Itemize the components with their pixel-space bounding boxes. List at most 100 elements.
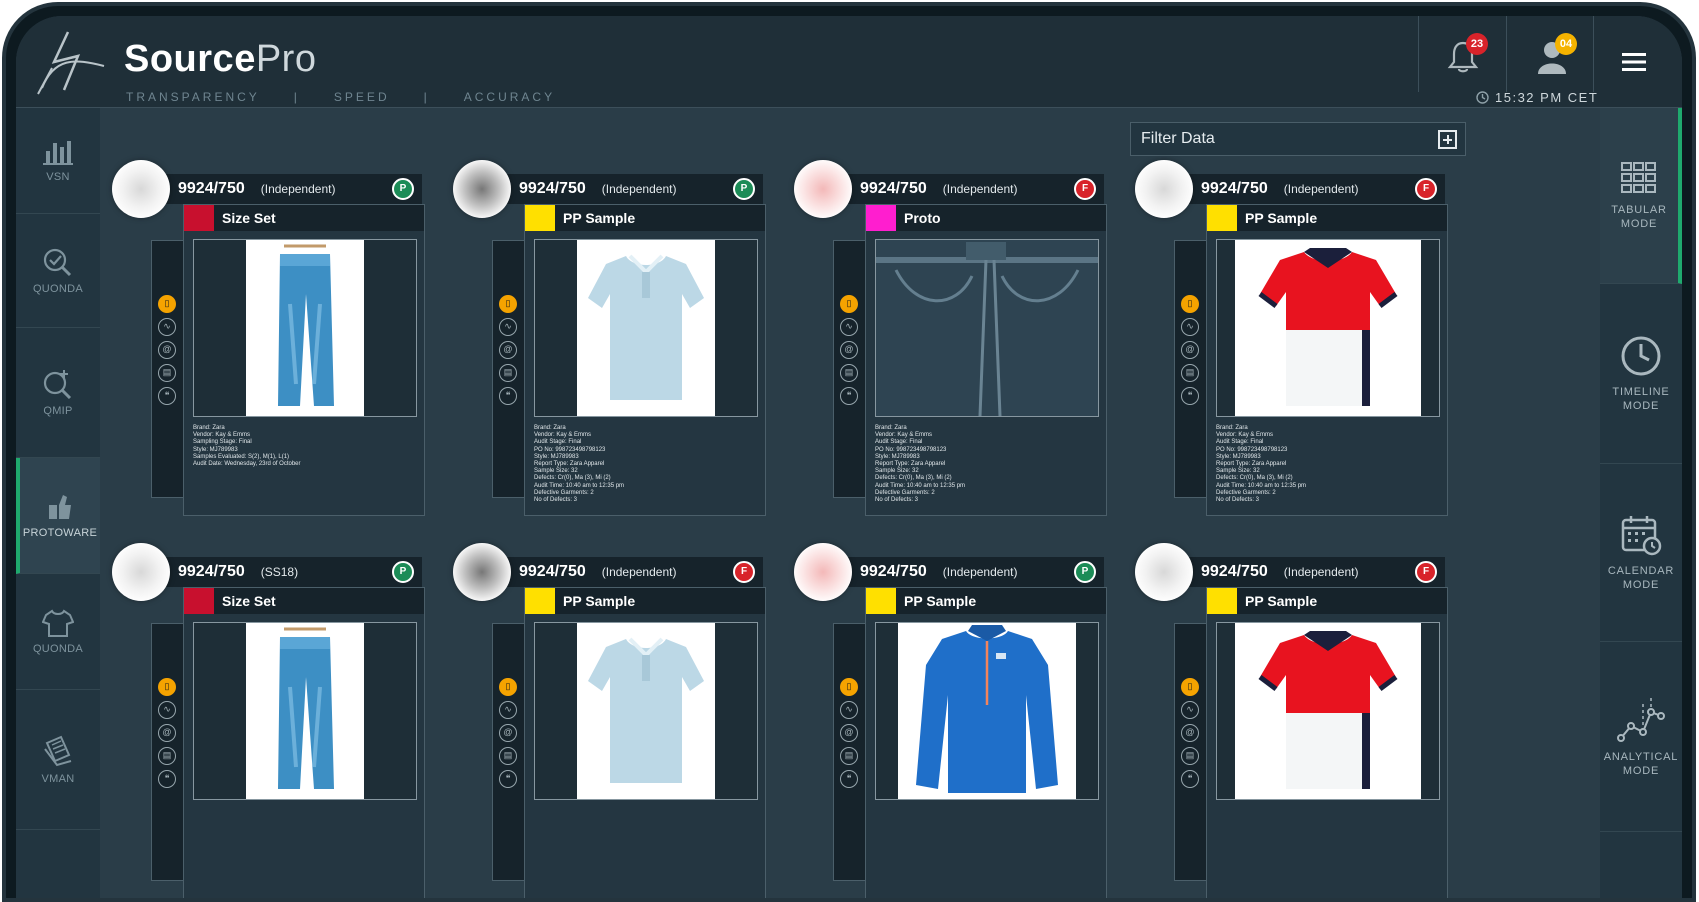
report-icon[interactable]: ▤: [499, 364, 517, 382]
product-image[interactable]: [193, 622, 417, 800]
chat-icon[interactable]: ❝: [499, 387, 517, 405]
chat-icon[interactable]: ❝: [1181, 387, 1199, 405]
notifications-button[interactable]: 23: [1418, 16, 1506, 92]
product-image[interactable]: [534, 622, 758, 800]
jeans-image: [278, 627, 334, 789]
signature-icon[interactable]: ∿: [1181, 318, 1199, 336]
card-header: 9924/750 (Independent) F: [836, 174, 1104, 204]
report-icon[interactable]: ▤: [1181, 364, 1199, 382]
phone-icon[interactable]: ▯: [1181, 678, 1199, 696]
phone-icon[interactable]: ▯: [1181, 295, 1199, 313]
status-badge: F: [1415, 561, 1437, 583]
signature-icon[interactable]: ∿: [158, 318, 176, 336]
card-code: 9924/750: [860, 563, 927, 580]
nav-quonda-apparel[interactable]: QUONDA: [16, 574, 100, 690]
detail-line: Vendor: Kay & Emms: [875, 432, 933, 439]
sample-swatch: [184, 205, 214, 231]
product-image[interactable]: [193, 239, 417, 417]
email-icon[interactable]: @: [499, 724, 517, 742]
email-icon[interactable]: @: [840, 724, 858, 742]
product-image[interactable]: [1216, 622, 1440, 800]
chat-icon[interactable]: ❝: [499, 770, 517, 788]
phone-icon[interactable]: ▯: [499, 295, 517, 313]
detail-line: Audit Date: Wednesday, 23rd of October: [193, 461, 301, 468]
signature-icon[interactable]: ∿: [158, 701, 176, 719]
signature-icon[interactable]: ∿: [499, 701, 517, 719]
sample-card[interactable]: 9924/750 (Independent) P ▯ ∿ @ ▤ ❝ Size …: [112, 160, 432, 520]
report-icon[interactable]: ▤: [1181, 747, 1199, 765]
report-icon[interactable]: ▤: [840, 364, 858, 382]
signature-icon[interactable]: ∿: [840, 318, 858, 336]
sample-card[interactable]: 9924/750 (Independent) P ▯ ∿ @ ▤ ❝ PP Sa…: [453, 160, 773, 520]
nav-qmip[interactable]: QMIP: [16, 328, 100, 458]
signature-icon[interactable]: ∿: [499, 318, 517, 336]
detail-line: Defects: Cr(0), Ma (3), Mi (2): [1216, 475, 1293, 482]
mode-timeline[interactable]: TIMELINE MODE: [1600, 284, 1682, 464]
status-badge: P: [733, 178, 755, 200]
detail-line: Vendor: Kay & Emms: [534, 432, 592, 439]
email-icon[interactable]: @: [1181, 341, 1199, 359]
sample-card[interactable]: 9924/750 (SS18) P ▯ ∿ @ ▤ ❝ Size Set: [112, 543, 432, 898]
nav-vman[interactable]: VMAN: [16, 690, 100, 830]
report-icon[interactable]: ▤: [158, 364, 176, 382]
graph-icon: [1617, 697, 1665, 742]
email-icon[interactable]: @: [158, 341, 176, 359]
nav-quonda[interactable]: QUONDA: [16, 214, 100, 328]
report-icon[interactable]: ▤: [499, 747, 517, 765]
detail-line: Defects: Cr(0), Ma (3), Mi (2): [534, 475, 611, 482]
report-icon[interactable]: ▤: [158, 747, 176, 765]
red-white-polo-image: [1258, 631, 1398, 789]
card-body: PP Sample: [1206, 587, 1448, 898]
chat-icon[interactable]: ❝: [158, 387, 176, 405]
sample-type-bar: PP Sample: [525, 205, 765, 231]
taglines: TRANSPARENCY | SPEED | ACCURACY: [126, 90, 555, 104]
card-header: 9924/750 (Independent) P: [154, 174, 422, 204]
filter-data-button[interactable]: Filter Data: [1130, 122, 1466, 156]
signature-icon[interactable]: ∿: [840, 701, 858, 719]
phone-icon[interactable]: ▯: [840, 295, 858, 313]
sample-card[interactable]: 9924/750 (Independent) F ▯ ∿ @ ▤ ❝ PP Sa…: [1135, 543, 1455, 898]
email-icon[interactable]: @: [499, 341, 517, 359]
sample-card[interactable]: 9924/750 (Independent) F ▯ ∿ @ ▤ ❝ Proto: [794, 160, 1114, 520]
sample-card[interactable]: 9924/750 (Independent) F ▯ ∿ @ ▤ ❝ PP Sa…: [1135, 160, 1455, 520]
phone-icon[interactable]: ▯: [158, 678, 176, 696]
chat-icon[interactable]: ❝: [840, 387, 858, 405]
clock-small-icon: [1476, 91, 1489, 104]
mode-tabular[interactable]: TABULAR MODE: [1600, 108, 1682, 284]
card-header: 9924/750 (Independent) P: [495, 174, 763, 204]
user-count-badge: 04: [1555, 33, 1577, 55]
product-image[interactable]: [875, 622, 1099, 800]
nav-protoware[interactable]: PROTOWARE: [16, 458, 100, 574]
tagline-separator: |: [293, 90, 300, 104]
chat-icon[interactable]: ❝: [840, 770, 858, 788]
email-icon[interactable]: @: [840, 341, 858, 359]
mode-calendar[interactable]: CALENDAR MODE: [1600, 464, 1682, 642]
email-icon[interactable]: @: [158, 724, 176, 742]
sample-card[interactable]: 9924/750 (Independent) F ▯ ∿ @ ▤ ❝ PP Sa…: [453, 543, 773, 898]
email-icon[interactable]: @: [1181, 724, 1199, 742]
mode-analytical[interactable]: ANALYTICAL MODE: [1600, 642, 1682, 832]
app-screen: SourcePro TRANSPARENCY | SPEED | ACCURAC…: [16, 16, 1682, 898]
sample-card[interactable]: 9924/750 (Independent) P ▯ ∿ @ ▤ ❝ PP Sa…: [794, 543, 1114, 898]
report-icon[interactable]: ▤: [840, 747, 858, 765]
tagline-separator: |: [423, 90, 430, 104]
red-white-polo-image: [1258, 248, 1398, 406]
signature-icon[interactable]: ∿: [1181, 701, 1199, 719]
menu-button[interactable]: [1586, 16, 1682, 108]
chat-icon[interactable]: ❝: [1181, 770, 1199, 788]
product-image[interactable]: [1216, 239, 1440, 417]
phone-icon[interactable]: ▯: [499, 678, 517, 696]
user-button[interactable]: 04: [1506, 16, 1594, 92]
product-image[interactable]: [875, 239, 1099, 417]
nav-vsn[interactable]: VSN: [16, 108, 100, 214]
nav-label: QUONDA: [32, 642, 84, 655]
bar-chart-icon: [43, 140, 73, 165]
detail-line: Defective Garments: 2: [1216, 489, 1276, 496]
card-details: Brand: Zara Vendor: Kay & Emms Sampling St…: [193, 425, 301, 468]
phone-icon[interactable]: ▯: [158, 295, 176, 313]
chat-icon[interactable]: ❝: [158, 770, 176, 788]
card-action-rail: ▯ ∿ @ ▤ ❝: [151, 623, 184, 881]
product-image[interactable]: [534, 239, 758, 417]
card-body: Proto Brand: Zara Vendor: Kay & Emms Audit…: [865, 204, 1107, 516]
phone-icon[interactable]: ▯: [840, 678, 858, 696]
